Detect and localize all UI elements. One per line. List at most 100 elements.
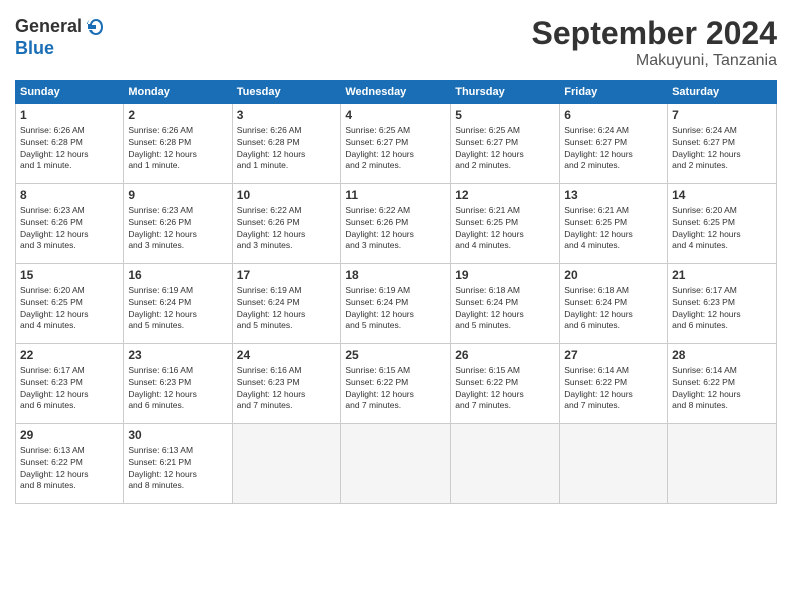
calendar-day-cell: 30Sunrise: 6:13 AMSunset: 6:21 PMDayligh…: [124, 424, 232, 504]
logo-icon: [84, 15, 108, 39]
day-number: 12: [455, 187, 555, 204]
title-block: September 2024 Makuyuni, Tanzania: [532, 15, 777, 70]
day-info: Sunrise: 6:16 AMSunset: 6:23 PMDaylight:…: [128, 365, 227, 413]
calendar-week-row: 22Sunrise: 6:17 AMSunset: 6:23 PMDayligh…: [16, 344, 777, 424]
logo-general-text: General: [15, 17, 82, 37]
calendar-day-cell: 21Sunrise: 6:17 AMSunset: 6:23 PMDayligh…: [668, 264, 777, 344]
calendar-day-cell: 20Sunrise: 6:18 AMSunset: 6:24 PMDayligh…: [560, 264, 668, 344]
day-info: Sunrise: 6:22 AMSunset: 6:26 PMDaylight:…: [345, 205, 446, 253]
calendar-day-cell: [451, 424, 560, 504]
day-info: Sunrise: 6:18 AMSunset: 6:24 PMDaylight:…: [564, 285, 663, 333]
header: General Blue September 2024 Makuyuni, Ta…: [15, 15, 777, 70]
calendar-day-cell: 8Sunrise: 6:23 AMSunset: 6:26 PMDaylight…: [16, 184, 124, 264]
day-number: 7: [672, 107, 772, 124]
calendar-day-cell: 25Sunrise: 6:15 AMSunset: 6:22 PMDayligh…: [341, 344, 451, 424]
day-number: 4: [345, 107, 446, 124]
calendar-day-cell: 26Sunrise: 6:15 AMSunset: 6:22 PMDayligh…: [451, 344, 560, 424]
day-info: Sunrise: 6:26 AMSunset: 6:28 PMDaylight:…: [128, 125, 227, 173]
day-info: Sunrise: 6:15 AMSunset: 6:22 PMDaylight:…: [345, 365, 446, 413]
calendar-day-cell: 12Sunrise: 6:21 AMSunset: 6:25 PMDayligh…: [451, 184, 560, 264]
calendar-week-row: 29Sunrise: 6:13 AMSunset: 6:22 PMDayligh…: [16, 424, 777, 504]
day-number: 13: [564, 187, 663, 204]
day-info: Sunrise: 6:19 AMSunset: 6:24 PMDaylight:…: [237, 285, 337, 333]
day-number: 2: [128, 107, 227, 124]
weekday-header-tuesday: Tuesday: [232, 81, 341, 104]
day-info: Sunrise: 6:25 AMSunset: 6:27 PMDaylight:…: [345, 125, 446, 173]
day-number: 11: [345, 187, 446, 204]
day-number: 20: [564, 267, 663, 284]
calendar-day-cell: 27Sunrise: 6:14 AMSunset: 6:22 PMDayligh…: [560, 344, 668, 424]
day-info: Sunrise: 6:20 AMSunset: 6:25 PMDaylight:…: [672, 205, 772, 253]
day-number: 9: [128, 187, 227, 204]
day-number: 29: [20, 427, 119, 444]
day-number: 22: [20, 347, 119, 364]
day-number: 25: [345, 347, 446, 364]
day-info: Sunrise: 6:19 AMSunset: 6:24 PMDaylight:…: [128, 285, 227, 333]
day-info: Sunrise: 6:14 AMSunset: 6:22 PMDaylight:…: [672, 365, 772, 413]
logo: General Blue: [15, 15, 108, 59]
day-info: Sunrise: 6:20 AMSunset: 6:25 PMDaylight:…: [20, 285, 119, 333]
day-info: Sunrise: 6:16 AMSunset: 6:23 PMDaylight:…: [237, 365, 337, 413]
calendar-week-row: 15Sunrise: 6:20 AMSunset: 6:25 PMDayligh…: [16, 264, 777, 344]
logo-blue-text: Blue: [15, 38, 54, 58]
calendar-day-cell: 24Sunrise: 6:16 AMSunset: 6:23 PMDayligh…: [232, 344, 341, 424]
day-number: 27: [564, 347, 663, 364]
calendar-day-cell: 11Sunrise: 6:22 AMSunset: 6:26 PMDayligh…: [341, 184, 451, 264]
calendar-day-cell: 7Sunrise: 6:24 AMSunset: 6:27 PMDaylight…: [668, 104, 777, 184]
day-number: 17: [237, 267, 337, 284]
day-info: Sunrise: 6:13 AMSunset: 6:22 PMDaylight:…: [20, 445, 119, 493]
calendar-day-cell: [232, 424, 341, 504]
weekday-header-monday: Monday: [124, 81, 232, 104]
weekday-header-sunday: Sunday: [16, 81, 124, 104]
day-number: 8: [20, 187, 119, 204]
day-number: 14: [672, 187, 772, 204]
calendar-day-cell: 23Sunrise: 6:16 AMSunset: 6:23 PMDayligh…: [124, 344, 232, 424]
day-number: 6: [564, 107, 663, 124]
calendar-day-cell: 15Sunrise: 6:20 AMSunset: 6:25 PMDayligh…: [16, 264, 124, 344]
day-number: 1: [20, 107, 119, 124]
weekday-header-thursday: Thursday: [451, 81, 560, 104]
day-info: Sunrise: 6:23 AMSunset: 6:26 PMDaylight:…: [20, 205, 119, 253]
calendar-day-cell: 5Sunrise: 6:25 AMSunset: 6:27 PMDaylight…: [451, 104, 560, 184]
day-number: 5: [455, 107, 555, 124]
day-number: 23: [128, 347, 227, 364]
day-info: Sunrise: 6:25 AMSunset: 6:27 PMDaylight:…: [455, 125, 555, 173]
calendar-day-cell: 16Sunrise: 6:19 AMSunset: 6:24 PMDayligh…: [124, 264, 232, 344]
day-number: 3: [237, 107, 337, 124]
calendar-day-cell: 6Sunrise: 6:24 AMSunset: 6:27 PMDaylight…: [560, 104, 668, 184]
calendar-day-cell: 22Sunrise: 6:17 AMSunset: 6:23 PMDayligh…: [16, 344, 124, 424]
day-number: 18: [345, 267, 446, 284]
calendar-week-row: 8Sunrise: 6:23 AMSunset: 6:26 PMDaylight…: [16, 184, 777, 264]
calendar-day-cell: [560, 424, 668, 504]
weekday-header-row: SundayMondayTuesdayWednesdayThursdayFrid…: [16, 81, 777, 104]
day-info: Sunrise: 6:26 AMSunset: 6:28 PMDaylight:…: [237, 125, 337, 173]
calendar-day-cell: 4Sunrise: 6:25 AMSunset: 6:27 PMDaylight…: [341, 104, 451, 184]
calendar-day-cell: [668, 424, 777, 504]
day-number: 21: [672, 267, 772, 284]
calendar-day-cell: [341, 424, 451, 504]
calendar-day-cell: 14Sunrise: 6:20 AMSunset: 6:25 PMDayligh…: [668, 184, 777, 264]
day-number: 10: [237, 187, 337, 204]
location-title: Makuyuni, Tanzania: [532, 52, 777, 70]
day-info: Sunrise: 6:21 AMSunset: 6:25 PMDaylight:…: [455, 205, 555, 253]
calendar-day-cell: 10Sunrise: 6:22 AMSunset: 6:26 PMDayligh…: [232, 184, 341, 264]
day-info: Sunrise: 6:13 AMSunset: 6:21 PMDaylight:…: [128, 445, 227, 493]
calendar-day-cell: 2Sunrise: 6:26 AMSunset: 6:28 PMDaylight…: [124, 104, 232, 184]
calendar-day-cell: 3Sunrise: 6:26 AMSunset: 6:28 PMDaylight…: [232, 104, 341, 184]
calendar-day-cell: 19Sunrise: 6:18 AMSunset: 6:24 PMDayligh…: [451, 264, 560, 344]
page: General Blue September 2024 Makuyuni, Ta…: [0, 0, 792, 612]
day-info: Sunrise: 6:24 AMSunset: 6:27 PMDaylight:…: [564, 125, 663, 173]
month-title: September 2024: [532, 15, 777, 52]
weekday-header-friday: Friday: [560, 81, 668, 104]
weekday-header-wednesday: Wednesday: [341, 81, 451, 104]
day-info: Sunrise: 6:26 AMSunset: 6:28 PMDaylight:…: [20, 125, 119, 173]
day-number: 26: [455, 347, 555, 364]
day-info: Sunrise: 6:23 AMSunset: 6:26 PMDaylight:…: [128, 205, 227, 253]
day-info: Sunrise: 6:21 AMSunset: 6:25 PMDaylight:…: [564, 205, 663, 253]
calendar-day-cell: 29Sunrise: 6:13 AMSunset: 6:22 PMDayligh…: [16, 424, 124, 504]
day-number: 30: [128, 427, 227, 444]
day-info: Sunrise: 6:19 AMSunset: 6:24 PMDaylight:…: [345, 285, 446, 333]
calendar-day-cell: 17Sunrise: 6:19 AMSunset: 6:24 PMDayligh…: [232, 264, 341, 344]
calendar-day-cell: 18Sunrise: 6:19 AMSunset: 6:24 PMDayligh…: [341, 264, 451, 344]
day-number: 19: [455, 267, 555, 284]
